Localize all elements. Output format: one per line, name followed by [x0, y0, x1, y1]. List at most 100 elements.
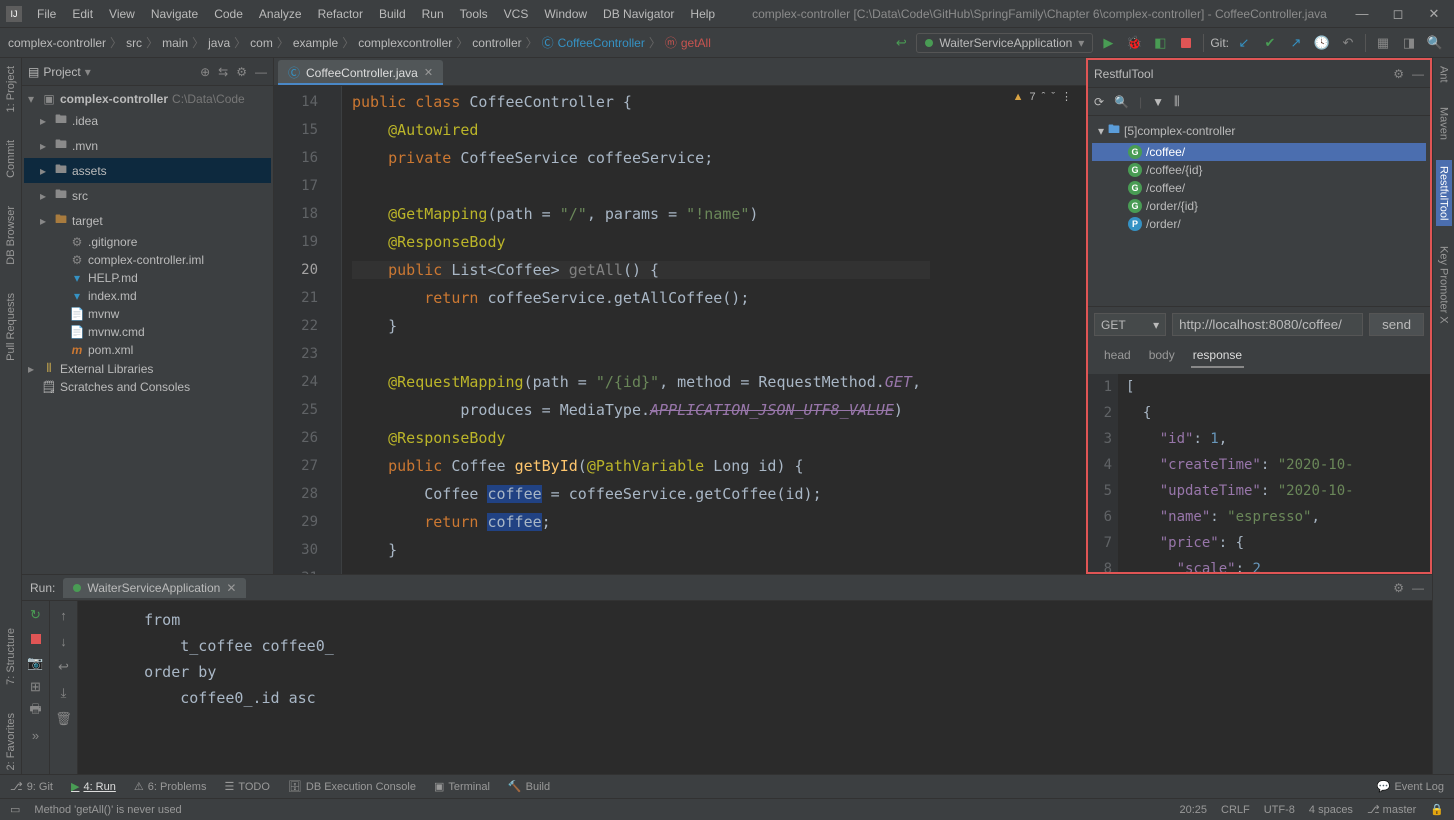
menu-navigate[interactable]: Navigate	[144, 4, 205, 24]
rest-endpoint[interactable]: G/coffee/	[1092, 179, 1426, 197]
rail-keypromoter[interactable]: Key Promoter X	[1438, 242, 1450, 328]
tab-head[interactable]: head	[1102, 344, 1133, 368]
restful-response[interactable]: 12345678 [ { "id": 1, "createTime": "202…	[1088, 374, 1430, 572]
http-method-select[interactable]: GET▾	[1094, 313, 1166, 336]
lock-icon[interactable]: 🔒	[1430, 803, 1444, 816]
url-input[interactable]	[1172, 313, 1363, 336]
git-update-button[interactable]: ↙	[1233, 32, 1255, 54]
status-icon[interactable]: ▭	[10, 803, 20, 816]
menu-edit[interactable]: Edit	[65, 4, 100, 24]
project-tree[interactable]: ▾ ▣ complex-controller C:\Data\Code ▸🖿.i…	[22, 86, 273, 574]
tree-folder-idea[interactable]: ▸🖿.idea	[24, 108, 271, 133]
editor-inspection-widget[interactable]: ▲ 7 ˆˇ⋮	[1013, 90, 1072, 103]
breadcrumb-item[interactable]: complexcontroller	[358, 36, 452, 50]
up-icon[interactable]: ↑	[56, 607, 72, 623]
wrap-icon[interactable]: ↩	[56, 659, 72, 675]
menu-vcs[interactable]: VCS	[497, 4, 536, 24]
restful-tree[interactable]: ▾🖿[5]complex-controller G/coffee/ G/coff…	[1088, 116, 1430, 306]
breadcrumb-method[interactable]: getAll	[681, 36, 711, 50]
rest-endpoint[interactable]: G/order/{id}	[1092, 197, 1426, 215]
breadcrumb-item[interactable]: java	[208, 36, 230, 50]
stop-button[interactable]	[1175, 32, 1197, 54]
tab-body[interactable]: body	[1147, 344, 1177, 368]
menu-view[interactable]: View	[102, 4, 142, 24]
rail-ant[interactable]: Ant	[1438, 62, 1450, 87]
run-config-selector[interactable]: WaiterServiceApplication ▾	[916, 33, 1093, 53]
bottom-dbexec[interactable]: 🗄DB Execution Console	[288, 780, 416, 793]
breadcrumb-class[interactable]: CoffeeController	[558, 36, 645, 50]
menu-dbnavigator[interactable]: DB Navigator	[596, 4, 681, 24]
down-icon[interactable]: ↓	[56, 633, 72, 649]
gear-icon[interactable]: ⚙	[236, 65, 247, 79]
rail-restfultool[interactable]: RestfulTool	[1436, 160, 1452, 226]
menu-refactor[interactable]: Refactor	[311, 4, 370, 24]
run-console[interactable]: from t_coffee coffee0_ order by coffee0_…	[78, 601, 1432, 774]
breadcrumb-item[interactable]: main	[162, 36, 188, 50]
search-everywhere-button[interactable]: 🔍	[1424, 32, 1446, 54]
indent-setting[interactable]: 4 spaces	[1309, 804, 1353, 816]
tab-response[interactable]: response	[1191, 344, 1244, 368]
rerun-button[interactable]: ↻	[28, 607, 44, 623]
menu-file[interactable]: File	[30, 4, 63, 24]
bottom-run[interactable]: ▶4: Run	[71, 780, 116, 793]
send-button[interactable]: send	[1369, 313, 1424, 336]
rail-project[interactable]: 1: Project	[5, 62, 17, 116]
hide-icon[interactable]: —	[1412, 581, 1424, 595]
breadcrumb-item[interactable]: example	[293, 36, 338, 50]
tree-scratches[interactable]: 🗒Scratches and Consoles	[24, 378, 271, 396]
editor-tab[interactable]: Ⓒ CoffeeController.java ✕	[278, 60, 443, 85]
cursor-position[interactable]: 20:25	[1179, 804, 1207, 816]
maximize-button[interactable]: ◻	[1384, 3, 1412, 25]
response-body[interactable]: [ { "id": 1, "createTime": "2020-10- "up…	[1118, 374, 1430, 572]
rest-tree-root[interactable]: ▾🖿[5]complex-controller	[1092, 118, 1426, 143]
run-button[interactable]: ▶	[1097, 32, 1119, 54]
tree-file-indexmd[interactable]: ▾index.md	[24, 287, 271, 305]
close-tab-icon[interactable]: ✕	[424, 66, 433, 79]
git-push-button[interactable]: ↗	[1285, 32, 1307, 54]
refresh-icon[interactable]: ⟳	[1094, 95, 1104, 109]
tree-file-helpmd[interactable]: ▾HELP.md	[24, 269, 271, 287]
run-tab[interactable]: WaiterServiceApplication ✕	[63, 578, 246, 598]
tree-extlib[interactable]: ▸⫴External Libraries	[24, 359, 271, 378]
bottom-git[interactable]: ⎇9: Git	[10, 780, 53, 793]
git-rollback-button[interactable]: ↶	[1337, 32, 1359, 54]
breadcrumb[interactable]: complex-controller〉 src〉 main〉 java〉 com…	[8, 34, 711, 51]
bottom-problems[interactable]: ⚠6: Problems	[134, 780, 207, 793]
minimize-button[interactable]: —	[1348, 3, 1376, 25]
clear-icon[interactable]: 🗑	[56, 711, 72, 727]
code-area[interactable]: public class CoffeeController { @Autowir…	[342, 86, 1086, 574]
menu-tools[interactable]: Tools	[453, 4, 495, 24]
tree-file-mvnwcmd[interactable]: 📄mvnw.cmd	[24, 323, 271, 341]
bottom-build[interactable]: 🔨Build	[508, 780, 550, 793]
coverage-button[interactable]: ◧	[1149, 32, 1171, 54]
menu-build[interactable]: Build	[372, 4, 413, 24]
menu-analyze[interactable]: Analyze	[252, 4, 309, 24]
menu-run[interactable]: Run	[415, 4, 451, 24]
tree-file-gitignore[interactable]: ⚙.gitignore	[24, 233, 271, 251]
back-button[interactable]: ↩	[890, 32, 912, 54]
bottom-terminal[interactable]: ▣Terminal	[434, 780, 490, 793]
search-icon[interactable]: 🔍	[1114, 95, 1129, 109]
hide-icon[interactable]: —	[255, 65, 267, 79]
print-icon[interactable]: 🖶	[28, 703, 44, 719]
filter-icon[interactable]: ▼	[1152, 95, 1164, 109]
tree-file-pomxml[interactable]: mpom.xml	[24, 341, 271, 359]
stop-button[interactable]	[28, 631, 44, 647]
gear-icon[interactable]: ⚙	[1393, 67, 1404, 81]
expand-icon[interactable]: ⇆	[218, 65, 228, 79]
scroll-icon[interactable]: ⤓	[56, 685, 72, 701]
bars-icon[interactable]: ⫼	[1174, 94, 1180, 109]
tree-root[interactable]: ▾ ▣ complex-controller C:\Data\Code	[24, 90, 271, 108]
close-icon[interactable]: ✕	[226, 581, 236, 595]
breadcrumb-item[interactable]: com	[250, 36, 273, 50]
rail-favorites[interactable]: 2: Favorites	[5, 709, 17, 774]
rail-commit[interactable]: Commit	[5, 136, 17, 182]
git-commit-button[interactable]: ✔	[1259, 32, 1281, 54]
git-branch[interactable]: ⎇ master	[1367, 803, 1416, 816]
rail-dbbrowser[interactable]: DB Browser	[5, 202, 17, 269]
tree-file-iml[interactable]: ⚙complex-controller.iml	[24, 251, 271, 269]
line-gutter[interactable]: 141516171819202122232425262728293031	[274, 86, 324, 574]
close-button[interactable]: ✕	[1420, 3, 1448, 25]
ide-settings-button[interactable]: ◨	[1398, 32, 1420, 54]
tree-folder-src[interactable]: ▸🖿src	[24, 183, 271, 208]
